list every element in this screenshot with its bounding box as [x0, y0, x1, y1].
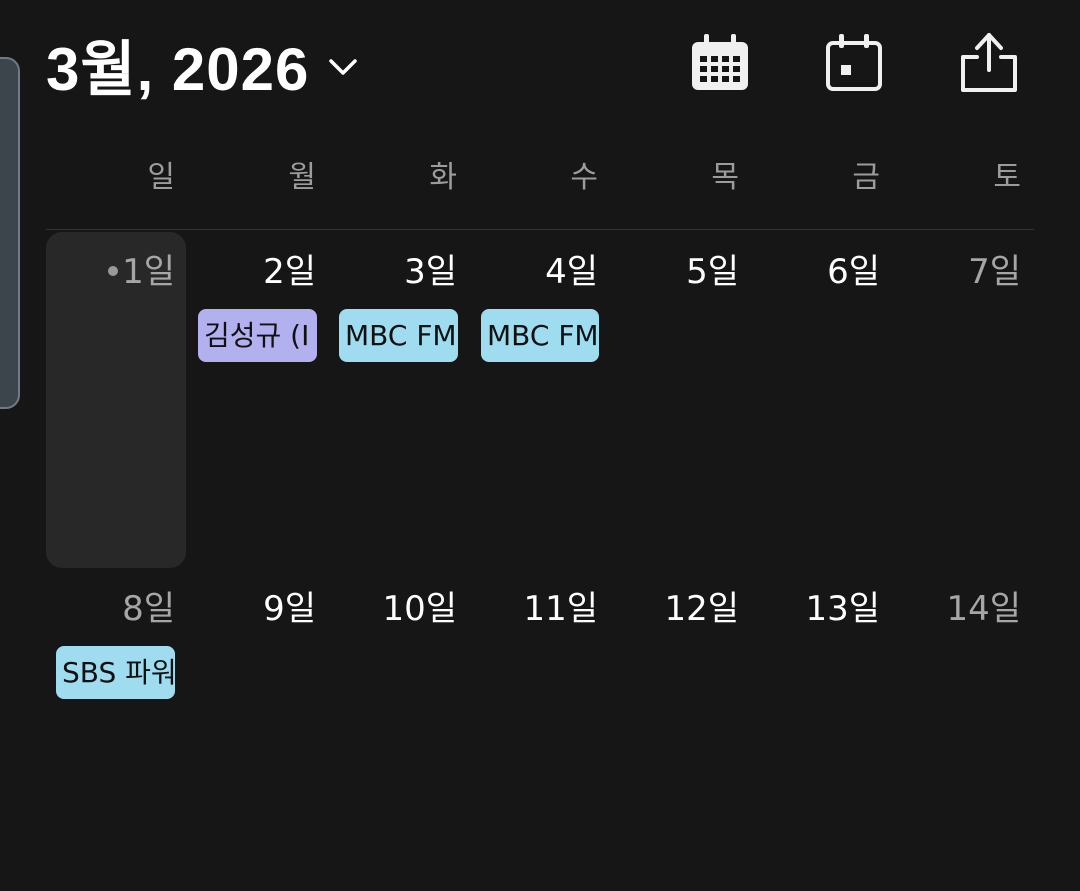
- weekday-thu: 목: [711, 160, 739, 195]
- day-cell[interactable]: 13일: [751, 581, 892, 641]
- day-cell[interactable]: 6일: [751, 244, 892, 304]
- day-cell[interactable]: 4일: [469, 244, 610, 304]
- day-cell[interactable]: 7일: [892, 244, 1033, 304]
- weekday-tue: 화: [429, 160, 457, 195]
- weekday-sat: 토: [993, 160, 1021, 195]
- event-chip[interactable]: MBC FM: [339, 309, 458, 362]
- month-selector[interactable]: 3월, 2026: [46, 24, 359, 104]
- calendar-today-icon[interactable]: [822, 30, 886, 94]
- day-cell[interactable]: 12일: [610, 581, 751, 641]
- chevron-down-icon: [327, 51, 359, 83]
- weekday-fri: 금: [852, 160, 880, 195]
- event-chip[interactable]: MBC FM: [481, 309, 599, 362]
- calendar-grid-icon[interactable]: [688, 30, 752, 94]
- side-panel-handle[interactable]: [0, 57, 20, 409]
- weekday-mon: 월: [288, 160, 316, 195]
- day-cell[interactable]: 2일: [187, 244, 328, 304]
- day-cell[interactable]: 11일: [469, 581, 610, 641]
- day-number: 1일: [122, 252, 175, 292]
- day-cell[interactable]: 14일: [892, 581, 1033, 641]
- weekday-wed: 수: [570, 160, 598, 195]
- header-divider: [46, 229, 1034, 230]
- weekday-sun: 일: [147, 160, 175, 195]
- month-title: 3월, 2026: [46, 35, 310, 103]
- day-cell[interactable]: 8일: [46, 581, 187, 641]
- share-icon[interactable]: [957, 30, 1021, 94]
- day-cell[interactable]: 10일: [328, 581, 469, 641]
- day-cell[interactable]: 3일: [328, 244, 469, 304]
- day-cell[interactable]: 9일: [187, 581, 328, 641]
- event-chip[interactable]: SBS 파워: [56, 646, 175, 699]
- today-dot-icon: [108, 265, 119, 276]
- weekday-header: 일 월 화 수 목 금 토: [46, 152, 1034, 202]
- event-chip[interactable]: 김성규 (I: [198, 309, 317, 362]
- day-cell[interactable]: 5일: [610, 244, 751, 304]
- day-cell-today[interactable]: 1일: [46, 244, 187, 304]
